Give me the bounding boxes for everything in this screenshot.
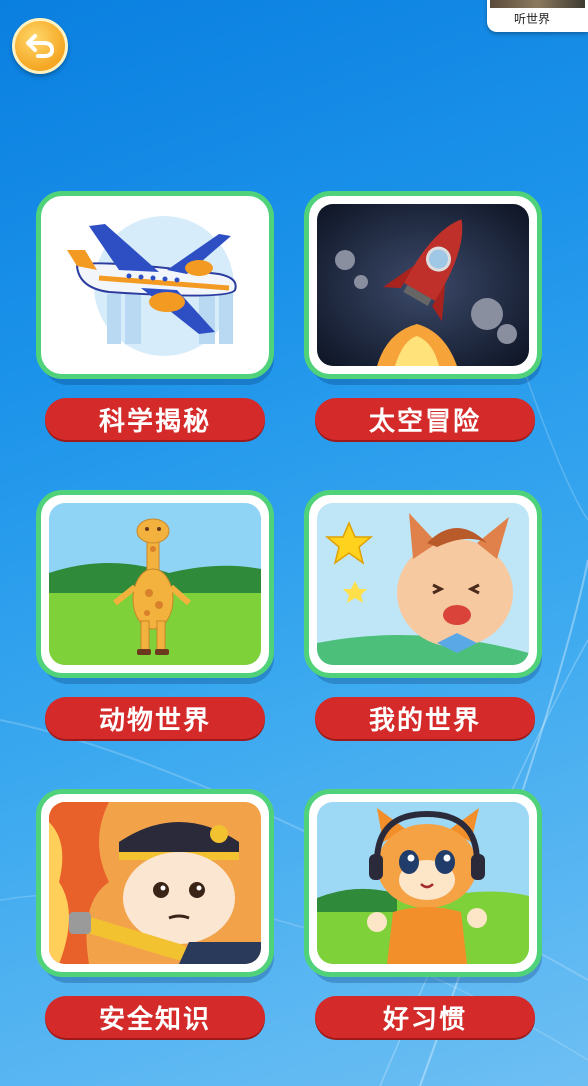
- thumbnail-image: [490, 0, 585, 8]
- category-card-space[interactable]: [304, 191, 544, 385]
- category-card-safety[interactable]: [36, 789, 276, 983]
- category-label-good-habits[interactable]: 好习惯: [315, 996, 535, 1038]
- category-card-science[interactable]: [36, 191, 276, 385]
- card-frame: [304, 789, 542, 977]
- card-frame: [36, 490, 274, 678]
- cat-star-illustration: [317, 503, 529, 665]
- thumbnail-label: 听世界: [513, 12, 550, 26]
- category-card-animals[interactable]: [36, 490, 276, 684]
- category-card-my-world[interactable]: [304, 490, 544, 684]
- card-frame: [36, 191, 274, 379]
- category-card-good-habits[interactable]: [304, 789, 544, 983]
- return-arrow-icon: [26, 34, 55, 58]
- cat-headphones-illustration: [317, 802, 529, 964]
- category-label-animals[interactable]: 动物世界: [45, 697, 265, 739]
- category-label-space[interactable]: 太空冒险: [315, 398, 535, 440]
- giraffe-illustration: [49, 503, 261, 665]
- card-frame: [36, 789, 274, 977]
- firefighter-illustration: [49, 802, 261, 964]
- category-label-science[interactable]: 科学揭秘: [45, 398, 265, 440]
- airplane-illustration: [49, 204, 261, 366]
- back-button[interactable]: [12, 18, 68, 74]
- category-label-safety[interactable]: 安全知识: [45, 996, 265, 1038]
- listen-world-thumbnail[interactable]: 听世界: [487, 0, 588, 32]
- card-frame: [304, 191, 542, 379]
- rocket-illustration: [317, 204, 529, 366]
- category-label-my-world[interactable]: 我的世界: [315, 697, 535, 739]
- card-frame: [304, 490, 542, 678]
